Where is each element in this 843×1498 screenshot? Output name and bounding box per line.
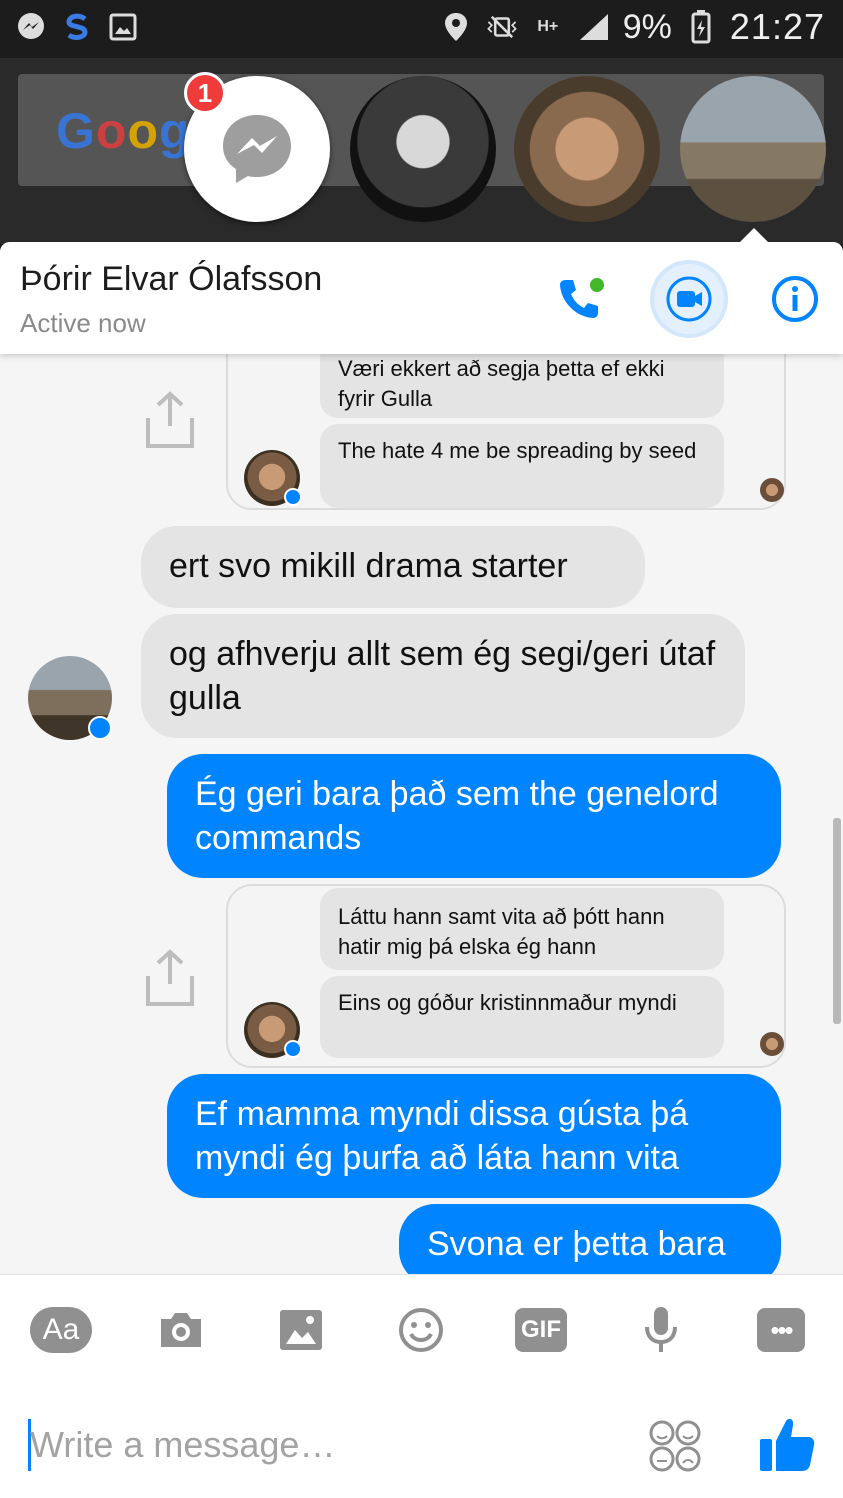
camera-icon: [161, 1313, 201, 1347]
message-list[interactable]: Væri ekkert að segja þetta ef ekki fyrir…: [0, 354, 843, 1274]
camera-button[interactable]: [148, 1297, 214, 1363]
video-camera-icon: [666, 276, 712, 322]
messenger-badge-icon: [88, 716, 112, 740]
messenger-badge-icon: [284, 488, 302, 506]
location-icon: [439, 10, 473, 44]
video-call-button[interactable]: [654, 264, 724, 334]
contact-status: Active now: [20, 308, 146, 338]
clock: 21:27: [729, 6, 825, 47]
active-head-pointer: [738, 228, 770, 244]
chat-head-avatar-1[interactable]: [350, 76, 496, 222]
vibrate-mute-icon: [485, 10, 519, 44]
app-s-icon: [60, 10, 94, 44]
microphone-icon: [645, 1307, 677, 1352]
gif-icon: GIF: [515, 1308, 567, 1352]
outgoing-message[interactable]: Ef mamma myndi dissa gústa þá myndi ég þ…: [167, 1074, 781, 1198]
gallery-button[interactable]: [268, 1297, 334, 1363]
thumbs-up-icon[interactable]: [756, 1413, 818, 1475]
messenger-icon: [223, 115, 291, 183]
info-icon: [772, 276, 818, 322]
unread-badge: 1: [184, 72, 226, 114]
shared-message-bubble: Láttu hann samt vita að þótt hann hatir …: [320, 888, 724, 970]
more-options-button[interactable]: •••: [748, 1297, 814, 1363]
chat-head-avatar-2[interactable]: [514, 76, 660, 222]
online-indicator: [590, 278, 604, 292]
ellipsis-icon: •••: [757, 1308, 805, 1352]
signal-icon: [577, 10, 611, 44]
text-format-button[interactable]: Aa: [28, 1297, 94, 1363]
seen-avatar: [760, 1032, 784, 1056]
gallery-icon: [106, 10, 140, 44]
voice-call-button[interactable]: [544, 264, 614, 334]
seen-avatar: [760, 478, 784, 502]
messenger-badge-icon: [284, 1040, 302, 1058]
shared-message-bubble: Væri ekkert að segja þetta ef ekki fyrir…: [320, 354, 724, 418]
text-format-icon: Aa: [30, 1307, 92, 1353]
battery-icon: [684, 10, 718, 44]
shared-message-bubble: The hate 4 me be spreading by seed: [320, 424, 724, 508]
scrollbar[interactable]: [833, 818, 841, 1024]
smiley-icon: [399, 1308, 443, 1352]
incoming-message[interactable]: og afhverju allt sem ég segi/geri útaf g…: [141, 614, 745, 738]
gif-button[interactable]: GIF: [508, 1297, 574, 1363]
image-icon: [280, 1310, 322, 1350]
message-composer: Aa GIF ••• Write a message…: [0, 1274, 843, 1498]
voice-message-button[interactable]: [628, 1297, 694, 1363]
info-button[interactable]: [760, 264, 830, 334]
composer-toolbar: Aa GIF •••: [0, 1297, 843, 1367]
messenger-notification-icon: [14, 10, 48, 44]
share-icon[interactable]: [144, 948, 196, 1008]
google-logo: Googl: [56, 103, 204, 159]
shared-message-card[interactable]: Væri ekkert að segja þetta ef ekki fyrir…: [226, 354, 786, 510]
shared-message-bubble: Eins og góður kristinnmaður myndi: [320, 976, 724, 1058]
message-input[interactable]: [30, 1417, 610, 1473]
shared-message-card[interactable]: Láttu hann samt vita að þótt hann hatir …: [226, 884, 786, 1068]
emoji-button[interactable]: [388, 1297, 454, 1363]
share-icon[interactable]: [144, 390, 196, 450]
chat-head-avatar-3[interactable]: [680, 76, 826, 222]
chat-header: Þórir Elvar Ólafsson Active now: [0, 242, 843, 354]
incoming-message[interactable]: ert svo mikill drama starter: [141, 526, 645, 608]
network-type-icon: H+: [537, 18, 559, 35]
outgoing-message[interactable]: Svona er þetta bara: [399, 1204, 781, 1274]
status-bar: H+ 9% 21:27: [0, 0, 843, 58]
chat-window: Þórir Elvar Ólafsson Active now Væri ekk…: [0, 242, 843, 1498]
input-row: [0, 1405, 843, 1485]
outgoing-message[interactable]: Ég geri bara það sem the genelord comman…: [167, 754, 781, 878]
stickers-icon[interactable]: [648, 1419, 702, 1473]
contact-name[interactable]: Þórir Elvar Ólafsson: [20, 260, 322, 299]
battery-percent: 9%: [622, 7, 672, 46]
